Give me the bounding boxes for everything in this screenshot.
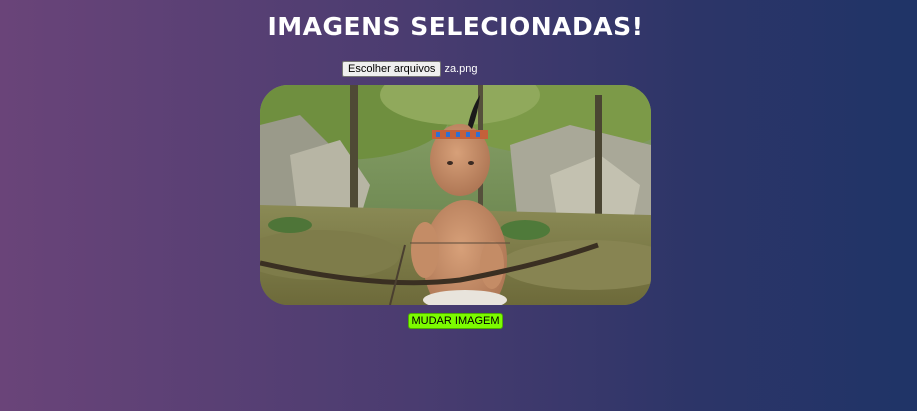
file-input[interactable]: Escolher arquivos za.png — [342, 61, 477, 77]
choose-files-button[interactable]: Escolher arquivos — [342, 61, 442, 77]
change-image-button[interactable]: MUDAR IMAGEM — [408, 313, 503, 329]
page-title: IMAGENS SELECIONADAS! — [267, 12, 644, 41]
selected-file-name: za.png — [444, 63, 478, 75]
image-preview — [260, 85, 651, 305]
jungle-baby-archer-image — [260, 85, 651, 305]
